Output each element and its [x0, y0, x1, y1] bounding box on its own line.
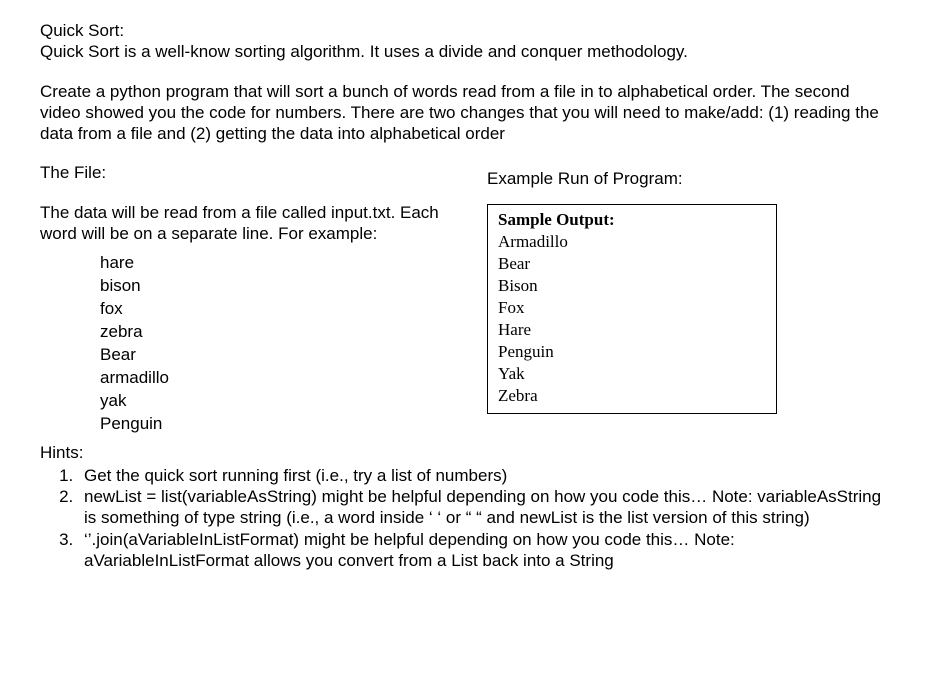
- file-heading: The File:: [40, 162, 447, 183]
- sample-output-item: Hare: [498, 319, 766, 341]
- intro-text: Quick Sort is a well-know sorting algori…: [40, 42, 688, 61]
- sample-output-item: Fox: [498, 297, 766, 319]
- hint-item: ‘’.join(aVariableInListFormat) might be …: [78, 529, 894, 572]
- example-run-heading: Example Run of Program:: [487, 168, 894, 189]
- sample-output-item: Zebra: [498, 385, 766, 407]
- file-item: armadillo: [100, 367, 447, 390]
- file-item: zebra: [100, 321, 447, 344]
- task-description: Create a python program that will sort a…: [40, 81, 894, 145]
- input-file-example: hare bison fox zebra Bear armadillo yak …: [100, 252, 447, 436]
- sample-output-item: Bison: [498, 275, 766, 297]
- file-item: Bear: [100, 344, 447, 367]
- sample-output-box: Sample Output: Armadillo Bear Bison Fox …: [487, 204, 777, 415]
- file-item: Penguin: [100, 413, 447, 436]
- section-title: Quick Sort:: [40, 21, 124, 40]
- file-description: The data will be read from a file called…: [40, 202, 447, 245]
- sample-output-title: Sample Output:: [498, 209, 766, 231]
- file-item: bison: [100, 275, 447, 298]
- hints-heading: Hints:: [40, 442, 894, 463]
- hint-item: Get the quick sort running first (i.e., …: [78, 465, 894, 486]
- hints-list: Get the quick sort running first (i.e., …: [56, 465, 894, 571]
- sample-output-item: Yak: [498, 363, 766, 385]
- hint-item: newList = list(variableAsString) might b…: [78, 486, 894, 529]
- file-item: hare: [100, 252, 447, 275]
- sample-output-item: Penguin: [498, 341, 766, 363]
- file-item: fox: [100, 298, 447, 321]
- sample-output-item: Bear: [498, 253, 766, 275]
- sample-output-item: Armadillo: [498, 231, 766, 253]
- file-item: yak: [100, 390, 447, 413]
